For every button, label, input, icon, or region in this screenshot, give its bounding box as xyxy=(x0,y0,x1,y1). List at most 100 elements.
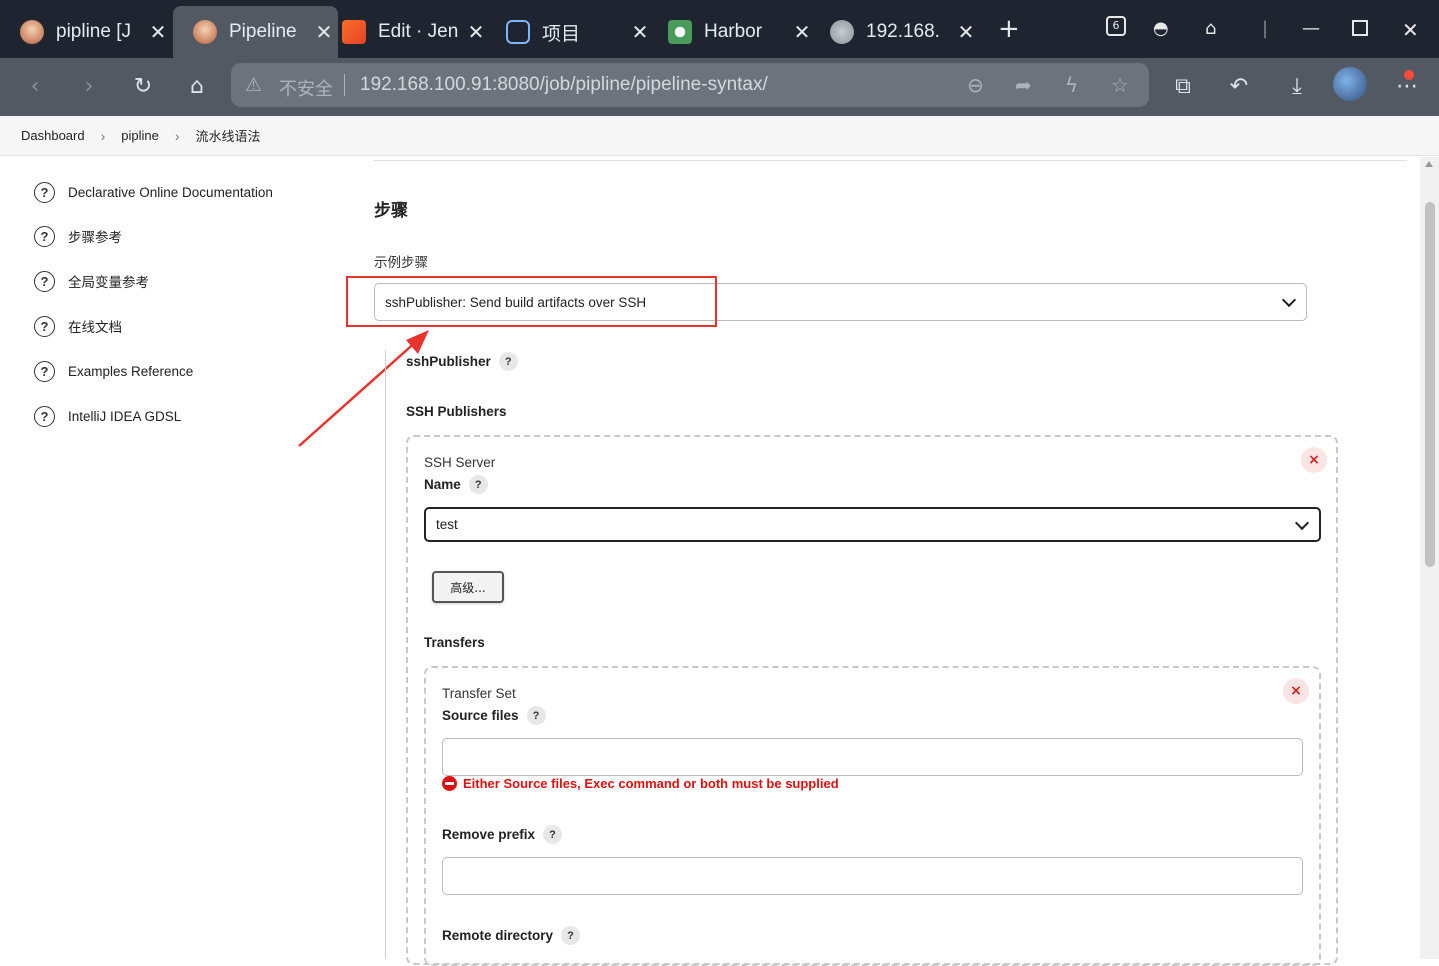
chevron-right-icon: › xyxy=(174,127,180,144)
insecure-label: 不安全 xyxy=(279,79,333,99)
help-icon[interactable]: ? xyxy=(561,926,581,945)
browser-tab-bar: pipline [J ✕ Pipeline ✕ Edit · Jen ✕ 项目 … xyxy=(0,0,1439,58)
sidebar-item-steps-reference[interactable]: ? 步骤参考 xyxy=(34,224,122,248)
help-icon: ? xyxy=(34,360,55,382)
sidebar-item-label: 步骤参考 xyxy=(68,230,122,245)
tab-192[interactable]: 192.168. ✕ xyxy=(810,6,980,58)
new-tab-button[interactable]: + xyxy=(998,14,1020,44)
lightning-icon[interactable]: ϟ xyxy=(1065,73,1078,97)
share-icon[interactable]: ➦ xyxy=(1015,73,1032,97)
transfer-set-heading: Transfer Set xyxy=(442,686,516,701)
tab-pipline[interactable]: pipline [J ✕ xyxy=(0,6,172,58)
divider: | xyxy=(1262,18,1269,39)
step-name: sshPublisher xyxy=(406,354,491,369)
advanced-button[interactable]: 高级... xyxy=(432,571,504,603)
minimize-icon[interactable]: — xyxy=(1302,18,1320,39)
chevron-right-icon: › xyxy=(100,127,106,144)
help-icon: ? xyxy=(34,405,55,427)
help-icon: ? xyxy=(34,315,55,337)
incognito-icon[interactable]: ◓ xyxy=(1153,18,1169,39)
scroll-up-icon[interactable] xyxy=(1425,161,1433,167)
tab-counter-icon[interactable]: 6 xyxy=(1106,16,1126,36)
error-text: Either Source files, Exec command or bot… xyxy=(463,776,839,791)
zoom-out-icon[interactable]: ⊖ xyxy=(967,73,984,97)
source-files-input[interactable] xyxy=(442,738,1303,776)
close-window-icon[interactable]: ✕ xyxy=(1402,18,1419,42)
forward-icon[interactable]: › xyxy=(74,72,104,102)
transfer-set-box xyxy=(424,666,1321,966)
remove-ssh-server-button[interactable]: × xyxy=(1301,447,1327,473)
ssh-server-name-select[interactable]: test xyxy=(424,507,1321,542)
sidebar-item-label: 在线文档 xyxy=(68,320,122,335)
scrollbar-thumb[interactable] xyxy=(1425,202,1435,567)
source-files-error: Either Source files, Exec command or bot… xyxy=(442,776,839,791)
sidebar-item-global-variables[interactable]: ? 全局变量参考 xyxy=(34,269,149,293)
remote-directory-label: Remote directory xyxy=(442,928,554,943)
section-title: 步骤 xyxy=(374,201,408,221)
tab-pipeline-active[interactable]: Pipeline ✕ xyxy=(173,6,338,58)
jenkins-icon xyxy=(193,20,217,44)
ssh-server-heading: SSH Server xyxy=(424,455,496,470)
divider xyxy=(373,160,1407,161)
source-files-row: Source files ? xyxy=(442,706,546,725)
bookmark-star-icon[interactable]: ☆ xyxy=(1111,73,1129,97)
divider xyxy=(385,350,386,959)
profile-avatar[interactable] xyxy=(1333,67,1367,101)
shirt-icon[interactable]: ⌂ xyxy=(1205,18,1216,39)
close-tab-icon[interactable]: ✕ xyxy=(144,20,172,45)
download-icon[interactable]: ⤓ xyxy=(1282,72,1312,102)
help-icon: ? xyxy=(34,225,55,247)
reload-icon[interactable]: ↻ xyxy=(128,72,158,102)
sidebar-item-declarative-docs[interactable]: ? Declarative Online Documentation xyxy=(34,180,273,204)
remove-prefix-label: Remove prefix xyxy=(442,827,536,842)
name-label: Name xyxy=(424,477,461,492)
sidebar-item-examples[interactable]: ? Examples Reference xyxy=(34,359,193,383)
help-icon[interactable]: ? xyxy=(498,352,518,371)
source-files-label: Source files xyxy=(442,708,519,723)
help-icon[interactable]: ? xyxy=(543,825,563,844)
divider xyxy=(344,74,345,96)
name-row: Name ? xyxy=(424,475,488,494)
step-name-row: sshPublisher ? xyxy=(406,352,518,371)
undo-icon[interactable]: ↶ xyxy=(1224,72,1254,102)
page-scrollbar[interactable] xyxy=(1420,157,1439,959)
help-icon[interactable]: ? xyxy=(526,706,546,725)
sidebar-item-label: Declarative Online Documentation xyxy=(68,184,273,200)
help-icon: ? xyxy=(34,181,55,203)
gitlab-icon xyxy=(342,20,366,44)
remove-prefix-input[interactable] xyxy=(442,857,1303,895)
warning-icon: ⚠ xyxy=(245,74,263,96)
back-icon[interactable]: ‹ xyxy=(20,72,50,102)
sample-step-label: 示例步骤 xyxy=(374,255,428,270)
notification-dot xyxy=(1404,70,1414,80)
sidebar-item-label: 全局变量参考 xyxy=(68,275,149,290)
tab-edit-jenkins[interactable]: Edit · Jen ✕ xyxy=(322,6,490,58)
url-text[interactable]: 192.168.100.91:8080/job/pipline/pipeline… xyxy=(360,74,768,96)
error-icon xyxy=(442,776,457,791)
breadcrumb-pipline[interactable]: pipline xyxy=(121,128,159,143)
sidebar-item-intellij-gdsl[interactable]: ? IntelliJ IDEA GDSL xyxy=(34,404,181,428)
extensions-icon[interactable]: ⧉ xyxy=(1168,72,1198,102)
transfers-label: Transfers xyxy=(424,635,485,650)
app-icon xyxy=(506,20,530,44)
breadcrumb: Dashboard › pipline › 流水线语法 xyxy=(0,116,1439,156)
ssh-publishers-label: SSH Publishers xyxy=(406,404,507,419)
tab-harbor[interactable]: Harbor ✕ xyxy=(648,6,816,58)
remove-transfer-set-button[interactable]: × xyxy=(1283,678,1309,704)
help-icon[interactable]: ? xyxy=(468,475,488,494)
home-icon[interactable]: ⌂ xyxy=(182,72,212,102)
address-bar[interactable]: ⚠ 不安全 192.168.100.91:8080/job/pipline/pi… xyxy=(231,63,1149,107)
breadcrumb-pipeline-syntax[interactable]: 流水线语法 xyxy=(196,126,261,145)
chevron-down-icon xyxy=(1281,292,1297,308)
help-icon: ? xyxy=(34,270,55,292)
sidebar-item-online-docs[interactable]: ? 在线文档 xyxy=(34,314,122,338)
harbor-icon xyxy=(668,20,692,44)
breadcrumb-dashboard[interactable]: Dashboard xyxy=(21,128,85,143)
remote-directory-row: Remote directory ? xyxy=(442,926,581,945)
sidebar-item-label: IntelliJ IDEA GDSL xyxy=(68,408,182,424)
maximize-icon[interactable] xyxy=(1352,20,1368,36)
jenkins-icon xyxy=(20,20,44,44)
chevron-down-icon xyxy=(1294,515,1310,530)
close-tab-icon[interactable]: ✕ xyxy=(952,20,980,45)
tab-project[interactable]: 项目 ✕ xyxy=(486,6,654,58)
